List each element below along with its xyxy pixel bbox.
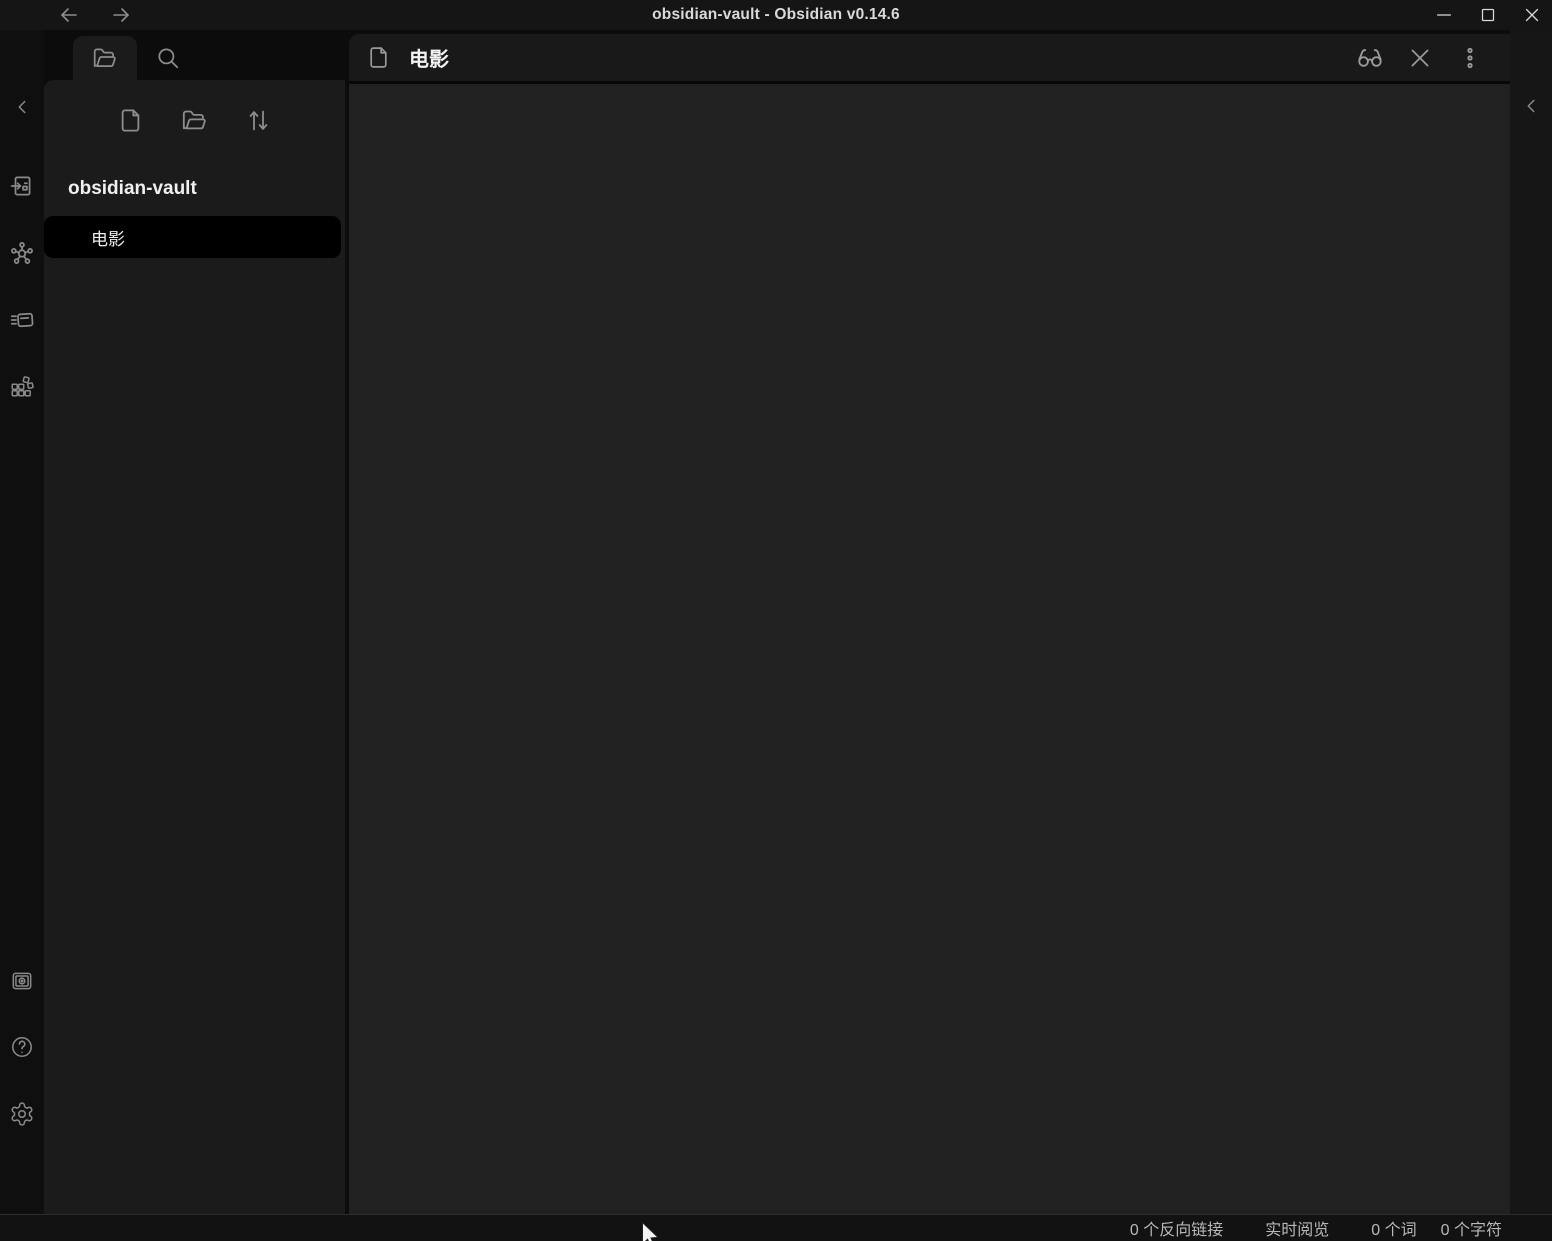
vault-switcher-button[interactable]: [4, 963, 40, 999]
file-item-selected[interactable]: 电影: [44, 216, 341, 258]
left-ribbon: [0, 30, 44, 1214]
chevron-left-icon: [1520, 95, 1542, 117]
sidebar-tab-strip: [44, 30, 345, 80]
left-sidebar: obsidian-vault 电影: [44, 30, 345, 1214]
arrow-right-icon: [109, 3, 133, 27]
chevron-left-icon: [11, 96, 33, 118]
maximize-icon: [1477, 4, 1499, 26]
new-folder-icon: [181, 107, 208, 134]
settings-button[interactable]: [4, 1096, 40, 1132]
history-nav: [56, 0, 134, 30]
editor-note-title: 电影: [409, 43, 449, 72]
vault-safe-icon: [9, 968, 35, 994]
obsidian-window: obsidian-vault - Obsidian v0.14.6: [0, 0, 1552, 1241]
status-bar: 0 个反向链接 实时阅览 0 个词 0 个字符: [0, 1214, 1552, 1241]
sort-order-button[interactable]: [245, 106, 273, 134]
graph-nodes-icon: [9, 240, 35, 266]
question-circle-icon: [9, 1034, 35, 1060]
sort-arrows-icon: [245, 107, 272, 134]
close-icon: [1407, 45, 1433, 71]
graph-view-button[interactable]: [4, 235, 40, 271]
editor-header: 电影: [349, 34, 1510, 84]
titlebar: obsidian-vault - Obsidian v0.14.6: [0, 0, 1552, 30]
editor-content[interactable]: [349, 84, 1510, 1214]
document-icon: [365, 45, 391, 71]
right-ribbon: [1510, 30, 1552, 1214]
blocks-icon: [9, 374, 35, 400]
back-button[interactable]: [56, 2, 82, 28]
window-controls: [1430, 0, 1546, 30]
close-window-button[interactable]: [1518, 1, 1546, 29]
close-pane-button[interactable]: [1404, 42, 1436, 74]
card-lines-icon: [9, 307, 35, 333]
new-note-button[interactable]: [117, 106, 145, 134]
tab-file-explorer[interactable]: [73, 36, 137, 80]
close-icon: [1521, 4, 1543, 26]
maximize-button[interactable]: [1474, 1, 1502, 29]
file-explorer-actions: [44, 80, 345, 134]
more-options-button[interactable]: [1454, 42, 1486, 74]
reading-mode-button[interactable]: [1354, 42, 1386, 74]
editor-header-actions: [1354, 42, 1486, 74]
expand-right-sidebar-button[interactable]: [1513, 88, 1549, 124]
gear-icon: [9, 1101, 35, 1127]
quick-switcher-button[interactable]: [4, 168, 40, 204]
status-edit-mode[interactable]: 实时阅览: [1265, 1216, 1329, 1240]
editor-pane: 电影: [349, 34, 1510, 1214]
vault-name[interactable]: obsidian-vault: [68, 178, 345, 200]
minimize-button[interactable]: [1430, 1, 1458, 29]
search-icon: [155, 45, 181, 71]
forward-button[interactable]: [108, 2, 134, 28]
collapse-left-sidebar-button[interactable]: [4, 89, 40, 125]
new-folder-button[interactable]: [181, 106, 209, 134]
status-backlinks[interactable]: 0 个反向链接: [1130, 1216, 1223, 1240]
folder-icon: [92, 45, 118, 71]
random-note-button[interactable]: [4, 369, 40, 405]
kebab-menu-icon: [1458, 46, 1482, 70]
file-item-label: 电影: [91, 225, 125, 250]
status-word-count: 0 个词: [1371, 1216, 1416, 1240]
file-arrow-icon: [9, 173, 35, 199]
help-button[interactable]: [4, 1029, 40, 1065]
status-char-count: 0 个字符: [1441, 1216, 1502, 1240]
minimize-icon: [1433, 4, 1455, 26]
glasses-icon: [1356, 44, 1384, 72]
new-file-icon: [117, 107, 144, 134]
window-title: obsidian-vault - Obsidian v0.14.6: [0, 6, 1552, 24]
file-explorer-panel: obsidian-vault 电影: [44, 80, 345, 1214]
arrow-left-icon: [57, 3, 81, 27]
main-area: obsidian-vault 电影 电影: [0, 30, 1552, 1214]
tab-search[interactable]: [146, 36, 190, 80]
command-palette-button[interactable]: [4, 302, 40, 338]
